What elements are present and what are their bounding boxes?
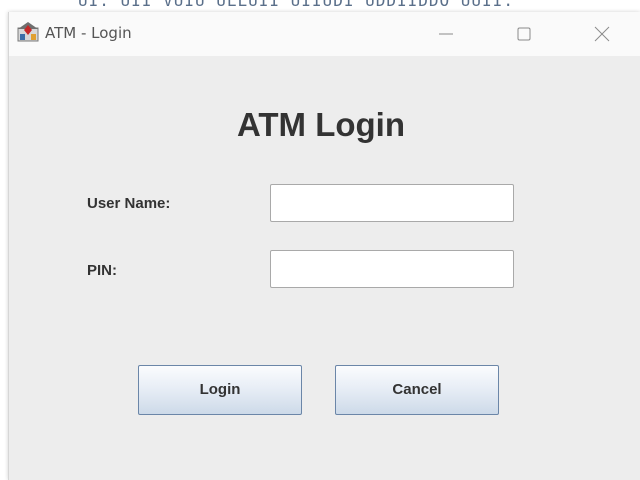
minimize-icon [439, 33, 453, 35]
page-title: ATM Login [237, 106, 405, 143]
maximize-button[interactable] [501, 16, 547, 52]
close-button[interactable] [579, 16, 625, 52]
close-icon [594, 26, 610, 42]
maximize-icon [517, 27, 531, 41]
window-title: ATM - Login [45, 24, 132, 42]
atm-login-window: ATM - Login ATM Login User Name: PIN: Lo… [8, 12, 640, 480]
pin-label: PIN: [87, 262, 117, 279]
login-form-panel: ATM Login User Name: PIN: Login Cancel [9, 56, 640, 480]
minimize-button[interactable] [423, 16, 469, 52]
background-window-text: UI. UII VUIU ULLUII UIIUDI UDDIIDDO UUII… [78, 0, 514, 10]
java-app-icon [17, 22, 39, 42]
username-label: User Name: [87, 195, 171, 212]
cancel-button[interactable]: Cancel [335, 365, 499, 415]
username-field[interactable] [270, 184, 514, 222]
title-bar[interactable]: ATM - Login [9, 12, 640, 56]
login-button[interactable]: Login [138, 365, 302, 415]
pin-field[interactable] [270, 250, 514, 288]
